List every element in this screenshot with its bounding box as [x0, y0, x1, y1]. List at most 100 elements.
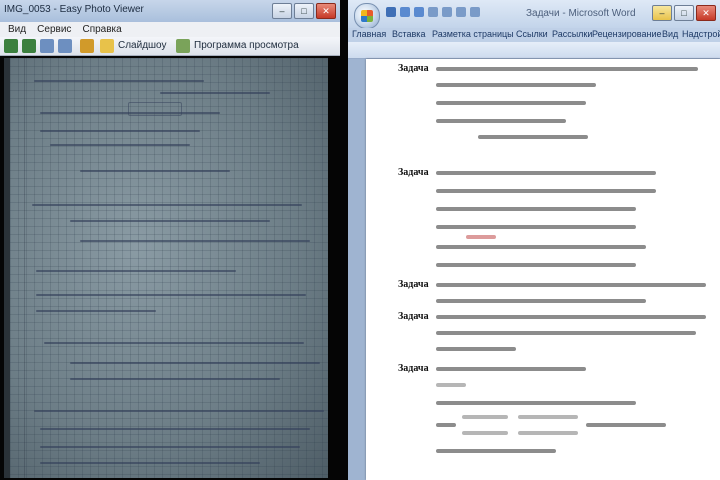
problem-label: Задача — [398, 363, 429, 374]
photo-viewer-window: IMG_0053 - Easy Photo Viewer – □ ✕ Вид С… — [0, 0, 340, 480]
close-button[interactable]: ✕ — [316, 3, 336, 19]
viewer-window-controls: – □ ✕ — [272, 3, 336, 19]
handwriting-line — [40, 446, 300, 448]
preview-icon[interactable] — [442, 7, 452, 17]
text-line — [436, 423, 456, 427]
word-document-title: Задачи - Microsoft Word — [526, 8, 636, 19]
text-line — [436, 225, 636, 229]
text-line — [436, 189, 656, 193]
text-line — [436, 207, 636, 211]
close-button[interactable]: ✕ — [696, 5, 716, 21]
text-highlight — [466, 235, 496, 239]
menu-tools[interactable]: Сервис — [37, 22, 71, 37]
notebook-photo — [4, 58, 328, 478]
handwriting-line — [40, 428, 310, 430]
handwriting-line — [80, 170, 230, 172]
word-title-bar[interactable]: Задачи - Microsoft Word – □ ✕ — [348, 0, 720, 29]
notebook-margin-line — [24, 58, 25, 478]
handwriting-line — [70, 362, 320, 364]
fraction-denominator — [462, 431, 508, 435]
text-line — [436, 245, 646, 249]
viewer-toolbar: Слайдшоу Программа просмотра — [0, 37, 340, 56]
text-line — [436, 401, 636, 405]
office-logo-icon — [361, 10, 373, 22]
handwriting-line — [32, 204, 302, 206]
handwriting-line — [36, 270, 236, 272]
save-icon[interactable] — [386, 7, 396, 17]
text-line — [478, 135, 588, 139]
text-line — [436, 449, 556, 453]
window-divider — [340, 0, 348, 480]
handwriting-box — [128, 102, 182, 116]
minimize-button[interactable]: – — [272, 3, 292, 19]
zoom-icon[interactable] — [80, 39, 94, 53]
text-line — [436, 383, 466, 387]
handwriting-line — [34, 410, 324, 412]
handwriting-line — [50, 144, 190, 146]
customize-icon[interactable] — [470, 7, 480, 17]
text-line — [436, 119, 566, 123]
text-line — [436, 315, 706, 319]
maximize-button[interactable]: □ — [674, 5, 694, 21]
fraction-denominator — [518, 431, 578, 435]
quick-access-icon[interactable] — [456, 7, 466, 17]
text-line — [436, 83, 596, 87]
document-area[interactable]: Задача Задача Задача Задача Задача — [348, 59, 720, 480]
problem-label: Задача — [398, 63, 429, 74]
rotate-right-icon[interactable] — [22, 39, 36, 53]
tab-insert[interactable]: Вставка — [392, 29, 425, 39]
previous-icon[interactable] — [40, 39, 54, 53]
problem-label: Задача — [398, 167, 429, 178]
text-line — [436, 367, 586, 371]
fraction-numerator — [462, 415, 508, 419]
maximize-button[interactable]: □ — [294, 3, 314, 19]
tab-view[interactable]: Вид — [662, 29, 678, 39]
tab-home[interactable]: Главная — [352, 29, 386, 39]
problem-label: Задача — [398, 279, 429, 290]
text-line — [586, 423, 666, 427]
handwriting-line — [70, 220, 270, 222]
handwriting-line — [70, 378, 280, 380]
text-line — [436, 331, 696, 335]
text-line — [436, 67, 698, 71]
undo-icon[interactable] — [400, 7, 410, 17]
handwriting-line — [80, 240, 310, 242]
viewer-title-bar[interactable]: IMG_0053 - Easy Photo Viewer – □ ✕ — [0, 0, 340, 23]
viewer-title: IMG_0053 - Easy Photo Viewer — [4, 4, 144, 15]
text-line — [436, 299, 646, 303]
fraction-numerator — [518, 415, 578, 419]
tab-page-layout[interactable]: Разметка страницы — [432, 29, 514, 39]
office-button[interactable] — [354, 3, 380, 29]
handwriting-line — [40, 130, 200, 132]
ribbon-tabs: Главная Вставка Разметка страницы Ссылки… — [348, 28, 720, 42]
next-icon[interactable] — [58, 39, 72, 53]
viewer-menu-bar: Вид Сервис Справка — [0, 22, 340, 38]
handwriting-line — [36, 310, 156, 312]
word-window-controls: – □ ✕ — [652, 5, 716, 21]
handwriting-line — [34, 80, 204, 82]
print-icon[interactable] — [428, 7, 438, 17]
menu-view[interactable]: Вид — [8, 22, 26, 37]
handwriting-line — [40, 462, 260, 464]
tab-references[interactable]: Ссылки — [516, 29, 548, 39]
tab-mailings[interactable]: Рассылки — [552, 29, 592, 39]
menu-help[interactable]: Справка — [82, 22, 121, 37]
print-preview-button[interactable]: Программа просмотра — [194, 40, 299, 51]
handwriting-line — [160, 92, 270, 94]
slideshow-icon[interactable] — [100, 39, 114, 53]
text-line — [436, 263, 636, 267]
problem-label: Задача — [398, 311, 429, 322]
handwriting-line — [36, 294, 306, 296]
print-icon[interactable] — [176, 39, 190, 53]
text-line — [436, 101, 586, 105]
redo-icon[interactable] — [414, 7, 424, 17]
word-window: Задачи - Microsoft Word – □ ✕ Главная Вс… — [348, 0, 720, 480]
text-line — [436, 283, 706, 287]
rotate-left-icon[interactable] — [4, 39, 18, 53]
photo-canvas[interactable] — [0, 56, 340, 480]
minimize-button[interactable]: – — [652, 5, 672, 21]
tab-review[interactable]: Рецензирование — [592, 29, 662, 39]
tab-addins[interactable]: Надстройки — [682, 29, 720, 39]
slideshow-button[interactable]: Слайдшоу — [118, 40, 167, 51]
document-page[interactable]: Задача Задача Задача Задача Задача — [366, 59, 720, 480]
